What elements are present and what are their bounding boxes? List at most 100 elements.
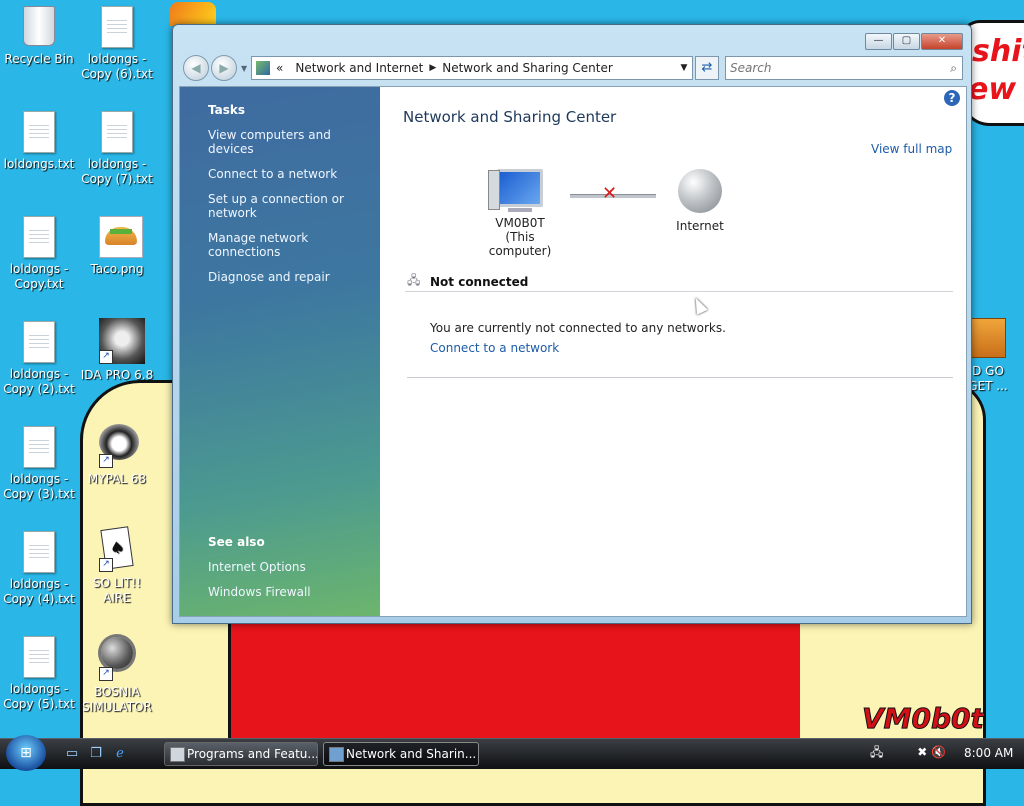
text-file-icon [21,216,57,258]
internet-explorer-icon[interactable]: ℯ [112,746,128,762]
page-title: Network and Sharing Center [403,108,617,126]
internet-label: Internet [676,219,724,233]
desktop-icon-file[interactable]: loldongs - Copy (2).txt [1,321,77,397]
desktop-icon-recycle-bin[interactable]: Recycle Bin [1,6,77,67]
search-box[interactable]: ⌕ [725,56,963,80]
help-icon[interactable]: ? [944,90,960,106]
see-also-windows-firewall[interactable]: Windows Firewall [180,585,311,599]
task-view-computers[interactable]: View computers and devices [180,128,380,156]
desktop-icon-label: loldongs - Copy (5).txt [3,682,75,711]
computer-icon [488,169,543,210]
minimize-icon[interactable]: — [865,33,892,50]
taskbar: ⊞ ▭ ❐ ℯ Programs and Featu... Network an… [0,735,1024,771]
show-desktop-icon[interactable]: ▭ [64,746,80,762]
text-file-icon [99,111,135,153]
mouse-cursor-icon [690,295,708,315]
breadcrumb-overflow[interactable]: « [270,61,289,75]
see-also-internet-options[interactable]: Internet Options [180,560,311,574]
tray-network-icon[interactable]: 🖧 [870,745,883,759]
desktop-icon-file[interactable]: loldongs - Copy (3).txt [1,426,77,502]
desktop-icon-label: loldongs - Copy.txt [9,262,69,291]
desktop-icon-file[interactable]: loldongs.txt [1,111,77,172]
desktop-icon-label: IDA PRO 6.8 [80,368,154,382]
switch-windows-icon[interactable]: ❐ [88,746,104,762]
shortcut-arrow-icon: ↗ [99,667,113,681]
recent-pages-dropdown-icon[interactable]: ▼ [241,64,247,73]
desktop-icon-label: Taco.png [90,262,144,276]
desktop-icon-label: D GO GET ... [968,364,1008,393]
task-pane: Tasks View computers and devices Connect… [180,87,380,616]
text-file-icon [21,636,57,678]
refresh-icon[interactable]: ⇄ [695,56,719,80]
firefox-partial-icon[interactable] [170,2,216,26]
shortcut-arrow-icon: ↗ [99,350,113,364]
desktop-icon-file[interactable]: loldongs - Copy (5).txt [1,636,77,712]
close-icon[interactable]: ✕ [921,33,963,50]
desktop-icon-label: SO LIT!! AIRE [92,576,142,605]
tray-network-disconnected-icon[interactable]: ✖ [917,745,927,759]
forward-arrow-icon[interactable]: ▶ [211,55,237,81]
desktop-icon-label: loldongs - Copy (4).txt [3,577,75,606]
desktop-icon-file[interactable]: loldongs - Copy.txt [1,216,77,292]
address-bar[interactable]: « Network and Internet ▶ Network and Sha… [251,56,693,80]
disconnected-x-icon[interactable]: ✕ [602,183,617,204]
status-message: You are currently not connected to any n… [430,321,726,335]
content-area: Tasks View computers and devices Connect… [179,86,967,617]
text-file-icon [21,531,57,573]
wallpaper-shape-red [228,610,804,750]
desktop-icon-shortcut[interactable]: ↗ BOSNIA SIMULATOR [79,633,155,715]
wallpaper-signature: VM0b0t [862,702,985,736]
ida-pro-icon: ↗ [99,318,145,364]
computer-subtitle: (This computer) [488,230,552,258]
desktop-icon-shortcut[interactable]: ↗ MYPAL 68 [79,424,155,487]
address-dropdown-icon[interactable]: ▼ [676,63,692,73]
back-arrow-icon[interactable]: ◀ [183,55,209,81]
tray-volume-muted-icon[interactable]: 🔇 [931,745,946,759]
globe-icon [678,169,722,213]
see-also-header: See also [208,535,265,549]
desktop-icon-label: MYPAL 68 [87,472,147,486]
task-setup-connection[interactable]: Set up a connection or network [180,192,380,220]
view-full-map-link[interactable]: View full map [871,142,952,156]
connect-to-network-link[interactable]: Connect to a network [430,341,559,355]
this-computer-node[interactable]: VM0B0T (This computer) [485,169,555,258]
playing-cards-icon: ♠ ↗ [99,526,135,572]
wallpaper-text-1: shit [972,34,1024,69]
desktop-icon-image[interactable]: Taco.png [79,216,155,277]
breadcrumb-network-and-internet[interactable]: Network and Internet [289,61,429,75]
shortcut-arrow-icon: ↗ [99,558,113,572]
maximize-icon[interactable]: ▢ [893,33,920,50]
breadcrumb-separator-icon[interactable]: ▶ [429,63,436,73]
desktop-icon-label: loldongs - Copy (7).txt [81,157,153,186]
shortcut-arrow-icon: ↗ [99,454,113,468]
section-divider [407,377,953,378]
task-diagnose-repair[interactable]: Diagnose and repair [180,270,380,284]
network-status-label: Not connected [430,275,529,289]
text-file-icon [21,321,57,363]
text-file-icon [21,426,57,468]
package-icon [968,318,1006,360]
desktop-icon-file[interactable]: loldongs - Copy (6).txt [79,6,155,82]
navigation-buttons: ◀ ▶ ▼ [183,55,247,81]
desktop-icon-file[interactable]: loldongs - Copy (4).txt [1,531,77,607]
windows-logo-icon: ⊞ [20,745,32,761]
taskbar-button-network[interactable]: Network and Sharin... [323,742,479,766]
breadcrumb-network-sharing-center[interactable]: Network and Sharing Center [436,61,619,75]
taskbar-button-programs[interactable]: Programs and Featu... [164,742,318,766]
system-tray: 🖧 ✖ 🔇 [870,743,946,765]
task-connect-network[interactable]: Connect to a network [180,167,380,181]
search-icon[interactable]: ⌕ [950,61,957,76]
start-button[interactable]: ⊞ [6,735,46,771]
tasks-section: Tasks View computers and devices Connect… [180,103,380,284]
taskbar-button-label: Programs and Featu... [187,747,318,761]
desktop-icon-shortcut[interactable]: ♠ ↗ SO LIT!! AIRE [79,526,155,606]
main-pane: ? Network and Sharing Center View full m… [380,87,966,616]
clock[interactable]: 8:00 AM [964,746,1013,760]
search-input[interactable] [726,60,932,76]
desktop-icon-file[interactable]: loldongs - Copy (7).txt [79,111,155,187]
computer-name: VM0B0T [495,216,545,230]
task-manage-connections[interactable]: Manage network connections [180,231,380,259]
explorer-window: — ▢ ✕ ◀ ▶ ▼ « Network and Internet ▶ Net… [172,24,972,624]
desktop-icon-shortcut[interactable]: ↗ IDA PRO 6.8 [79,318,155,383]
internet-node[interactable]: Internet [670,169,730,233]
